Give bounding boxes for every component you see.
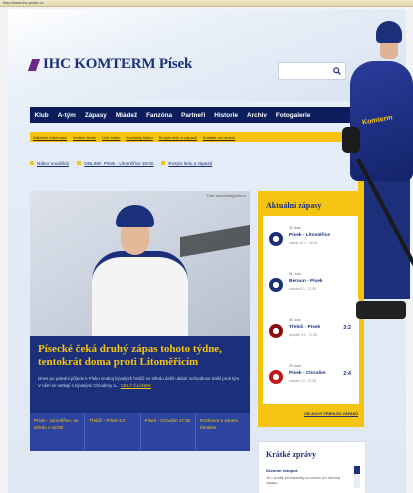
all-matches-link[interactable]: CELKOVÝ PŘEHLED ZÁPASŮ (304, 412, 358, 416)
matches-title: Aktuální zápasy (266, 201, 322, 210)
nav-item-partneri[interactable]: Partneři (177, 112, 210, 119)
news-item-desc: Již v prodeji permanentky na sezónu pro … (266, 476, 341, 485)
match-teams: Písek - Chrudim (289, 371, 326, 376)
team-logo-icon (269, 278, 283, 292)
title-bar: http://www.ihc-pisek.cz (0, 0, 413, 7)
logo-icon (27, 58, 41, 71)
nav-item-fanzona[interactable]: Fanzóna (142, 112, 177, 119)
ticker-label: Nábor nováčků! (37, 160, 70, 166)
player-helmet (116, 205, 154, 227)
match-time: středa 12.1., 18:00 (289, 241, 318, 245)
window-title: http://www.ihc-pisek.cz (3, 0, 44, 5)
team-logo-icon (269, 232, 283, 246)
feature-headline[interactable]: Písecké čeká druhý zápas tohoto týdne, t… (38, 343, 243, 369)
nav-item-archiv[interactable]: Archiv (243, 112, 272, 119)
player-cutout-image: Komterm (336, 9, 413, 339)
player-skate (356, 301, 406, 319)
player-jersey (92, 251, 188, 336)
feature-article[interactable]: Foto: www.hokejpisek.cz Písecké čeká dru… (30, 191, 250, 451)
nav-item-klub[interactable]: Klub (30, 112, 53, 119)
ticker-label: ONLINE: Písek - Litoměřice 18:00 (84, 160, 154, 166)
match-round: 32. kolo (289, 226, 301, 230)
subnav-item[interactable]: Základní informace (30, 135, 70, 140)
player-helmet (376, 21, 402, 43)
bullet-icon (30, 161, 34, 165)
bullet-icon (77, 161, 82, 165)
nav-item-mladez[interactable]: Mládež (111, 112, 141, 119)
news-item-title[interactable]: Sezónní vstupné (266, 468, 298, 473)
news-scrollbar[interactable] (354, 466, 360, 488)
subnav-item[interactable]: Lidé klubu (99, 135, 123, 140)
feature-links: Písek - Litoměřice, ve středu v 18:00 Tř… (30, 413, 250, 451)
scrollbar-thumb[interactable] (354, 466, 360, 474)
feature-link[interactable]: Třebíč - Písek 3:2 (85, 413, 141, 451)
feature-lead: Dnes po poledni přijede k Písku souboj b… (38, 376, 243, 390)
match-teams: Beroun - Písek (289, 279, 323, 284)
news-ticker: Nábor nováčků! ONLINE: Písek - Litoměřic… (30, 158, 220, 168)
browser-window: http://www.ihc-pisek.cz IHC KOMTERM Píse… (0, 0, 413, 493)
match-time: sobota 8.1., 17:30 (289, 287, 317, 291)
match-time: pondělí 3.1., 17:30 (289, 333, 318, 337)
main-nav: Klub A-tým Zápasy Mládež Fanzóna Partneř… (30, 107, 370, 123)
subnav-item[interactable]: Vedení klubu (70, 135, 99, 140)
player-glove (342, 127, 360, 153)
ticker-item[interactable]: Rozpis ledu a zápasů (161, 161, 212, 166)
ticker-item[interactable]: Nábor nováčků! (30, 161, 69, 166)
subnav-item[interactable]: Kontakt na vedení (200, 135, 238, 140)
match-teams: Písek - Litoměřice (289, 233, 331, 238)
match-time: sobota 1.1., 17:30 (289, 379, 317, 383)
search-input[interactable] (279, 66, 333, 83)
match-round: 30. kolo (289, 318, 301, 322)
photo-credit: Foto: www.hokejpisek.cz (206, 194, 246, 198)
sub-nav: Základní informace Vedení klubu Lidé klu… (30, 132, 370, 142)
team-logo-icon (269, 370, 283, 384)
match-round: 31. kolo (289, 272, 301, 276)
feature-link[interactable]: Písek - Chrudim 17:30 (141, 413, 196, 451)
bullet-icon (161, 161, 166, 165)
match-round: 29. kolo (289, 364, 301, 368)
ticker-label: Rozpis ledu a zápasů (168, 160, 213, 166)
short-news-title: Krátké zprávy (266, 450, 316, 459)
feature-link[interactable]: Písek - Litoměřice, ve středu v 18:00 (30, 413, 86, 451)
nav-item-historie[interactable]: Historie (210, 112, 243, 119)
nav-item-zapasy[interactable]: Zápasy (80, 112, 111, 119)
ticker-item[interactable]: ONLINE: Písek - Litoměřice 18:00 (77, 161, 153, 166)
feature-photo[interactable]: Foto: www.hokejpisek.cz (30, 191, 250, 336)
nav-item-fotogalerie[interactable]: Fotogalerie (271, 112, 314, 119)
match-score: 2:4 (343, 371, 351, 377)
subnav-item[interactable]: Rozpis ledu a zápasů (156, 135, 200, 140)
site-title: IHC KOMTERM Písek (43, 56, 193, 72)
site-logo[interactable]: IHC KOMTERM Písek (27, 56, 193, 73)
feature-link[interactable]: Rozhovor s Janem Šimkem (196, 413, 250, 451)
nav-item-a-tym[interactable]: A-tým (53, 112, 80, 119)
match-teams: Třebíč - Písek (289, 325, 321, 330)
match-item[interactable]: 29. kolo Písek - Chrudim sobota 1.1., 17… (263, 358, 359, 398)
photo-background-detail (180, 224, 250, 258)
short-news-panel: Krátké zprávy Sezónní vstupné Již v prod… (258, 441, 366, 493)
subnav-item[interactable]: Kontakty klubu (123, 135, 155, 140)
team-logo-icon (269, 324, 283, 338)
read-more-link[interactable]: CELÝ ČLÁNEK (121, 383, 151, 388)
